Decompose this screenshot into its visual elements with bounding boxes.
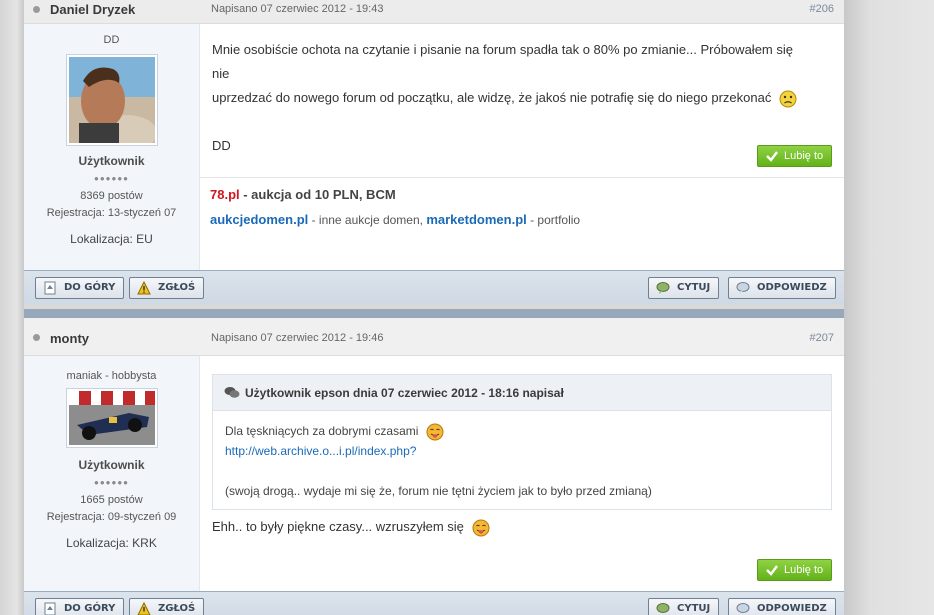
checkmark-icon [766, 151, 778, 162]
post-body: Ehh.. to były piękne czasy... wzruszyłem… [212, 515, 812, 539]
reply-button[interactable]: ODPOWIEDZ [728, 277, 836, 299]
user-title: DD [103, 34, 120, 46]
user-location: Lokalizacja: EU [70, 232, 153, 246]
signature-link-78pl[interactable]: 78.pl [210, 187, 240, 202]
signature-text: - aukcja od 10 PLN, BCM [239, 187, 396, 202]
message-line: Ehh.. to były piękne czasy... wzruszyłem… [212, 519, 464, 534]
post-header: Daniel Dryzek Napisano 07 czerwiec 2012 … [24, 0, 844, 24]
quote-label: CYTUJ [677, 282, 711, 293]
message-line: Mnie osobiście ochota na czytanie i pisa… [212, 42, 793, 81]
post-206: Daniel Dryzek Napisano 07 czerwiec 2012 … [24, 0, 844, 270]
online-status-dot [33, 6, 40, 13]
quote-header-text: Użytkownik epson dnia 07 czerwiec 2012 -… [245, 386, 564, 400]
quote-line: Dla tęskniących za dobrymi czasami [225, 424, 419, 438]
join-date: Rejestracja: 09-styczeń 09 [46, 511, 177, 523]
quote-link[interactable]: http://web.archive.o...i.pl/index.php? [225, 444, 416, 458]
speech-bubbles-icon [224, 387, 240, 398]
post-body: Mnie osobiście ochota na czytanie i pisa… [212, 38, 812, 158]
user-title: maniak - hobbysta [66, 370, 157, 382]
user-location: Lokalizacja: KRK [66, 536, 157, 550]
message-line: uprzedzać do nowego forum od początku, a… [212, 90, 772, 105]
author-sidebar: DD Użytkownik ●●●●●● 8369 postów Rejestr… [24, 24, 200, 270]
back-to-top-label: DO GÓRY [64, 282, 116, 293]
post-header: monty Napisano 07 czerwiec 2012 - 19:46 … [24, 318, 844, 356]
page-margin-left [0, 0, 24, 615]
avatar[interactable] [65, 54, 158, 146]
warning-icon [137, 281, 151, 295]
signature-text: - portfolio [526, 213, 581, 227]
page-up-icon [44, 281, 56, 295]
report-label: ZGŁOŚ [158, 282, 196, 293]
page-up-icon [44, 602, 56, 615]
like-button[interactable]: Lubię to [757, 145, 833, 167]
signature-link-marketdomen[interactable]: marketdomen.pl [426, 212, 526, 227]
quote-button[interactable]: CYTUJ [648, 277, 720, 299]
post-number-link[interactable]: #207 [810, 332, 834, 344]
post-count: 8369 postów [80, 190, 143, 202]
message-signature-line: DD [212, 138, 231, 153]
back-to-top-button[interactable]: DO GÓRY [35, 598, 125, 615]
reply-bubble-icon [736, 282, 750, 294]
warning-icon [137, 602, 151, 615]
post-message: Ehh.. to były piękne czasy... wzruszyłem… [212, 515, 812, 539]
checkmark-icon [766, 565, 778, 576]
reply-label: ODPOWIEDZ [757, 603, 827, 614]
back-to-top-button[interactable]: DO GÓRY [35, 277, 125, 299]
report-button[interactable]: ZGŁOŚ [129, 598, 205, 615]
signature-text: - inne aukcje domen, [308, 213, 427, 227]
post-207: monty Napisano 07 czerwiec 2012 - 19:46 … [24, 318, 844, 591]
signature-line-2: aukcjedomen.pl - inne aukcje domen, mark… [210, 212, 844, 227]
quote-bubble-icon [656, 282, 670, 294]
post-separator [24, 309, 844, 318]
reply-bubble-icon [736, 603, 750, 613]
user-group: Użytkownik [78, 154, 145, 168]
tongue-smiley-icon [472, 519, 490, 537]
like-label: Lubię to [784, 564, 824, 576]
online-status-dot [33, 334, 40, 341]
report-label: ZGŁOŚ [158, 603, 196, 614]
reply-label: ODPOWIEDZ [757, 282, 827, 293]
post-count: 1665 postów [80, 494, 143, 506]
author-sidebar: maniak - hobbysta Użytkownik ●●●●●● 1665… [24, 356, 200, 591]
quote-header: Użytkownik epson dnia 07 czerwiec 2012 -… [213, 375, 831, 411]
quote-line: (swoją drogą.. wydaje mi się że, forum n… [225, 484, 652, 498]
post-author[interactable]: Daniel Dryzek [50, 2, 135, 17]
confused-smiley-icon [779, 90, 797, 108]
rank-pips: ●●●●●● [94, 478, 129, 487]
signature-line-1: 78.pl - aukcja od 10 PLN, BCM [210, 187, 844, 202]
quote-label: CYTUJ [677, 603, 711, 614]
quote-bubble-icon [656, 603, 670, 613]
tongue-smiley-icon [426, 423, 444, 441]
post-date: Napisano 07 czerwiec 2012 - 19:43 [211, 3, 384, 15]
rank-pips: ●●●●●● [94, 174, 129, 183]
post-message: Mnie osobiście ochota na czytanie i pisa… [212, 38, 812, 158]
like-label: Lubię to [784, 150, 824, 162]
forum-page: Daniel Dryzek Napisano 07 czerwiec 2012 … [0, 0, 934, 615]
page-margin-right [844, 0, 934, 615]
like-button[interactable]: Lubię to [757, 559, 833, 581]
reply-button[interactable]: ODPOWIEDZ [728, 598, 836, 615]
avatar[interactable] [65, 388, 158, 448]
post-author[interactable]: monty [50, 331, 89, 346]
post-footer: DO GÓRY ZGŁOŚ CYTUJ ODPOWIEDZ [24, 270, 844, 304]
join-date: Rejestracja: 13-styczeń 07 [46, 207, 177, 219]
quote-button[interactable]: CYTUJ [648, 598, 720, 615]
user-signature: 78.pl - aukcja od 10 PLN, BCM aukcjedome… [200, 177, 844, 270]
post-date: Napisano 07 czerwiec 2012 - 19:46 [211, 332, 384, 344]
profile-photo-racecar [68, 391, 155, 445]
post-number-link[interactable]: #206 [810, 3, 834, 15]
profile-photo-man [68, 57, 155, 143]
quote-body: Dla tęskniących za dobrymi czasami http:… [213, 411, 831, 509]
quote-block: Użytkownik epson dnia 07 czerwiec 2012 -… [212, 374, 832, 510]
post-footer: DO GÓRY ZGŁOŚ CYTUJ ODPOWIEDZ [24, 591, 844, 615]
back-to-top-label: DO GÓRY [64, 603, 116, 614]
signature-link-aukcjedomen[interactable]: aukcjedomen.pl [210, 212, 308, 227]
user-group: Użytkownik [78, 458, 145, 472]
report-button[interactable]: ZGŁOŚ [129, 277, 205, 299]
